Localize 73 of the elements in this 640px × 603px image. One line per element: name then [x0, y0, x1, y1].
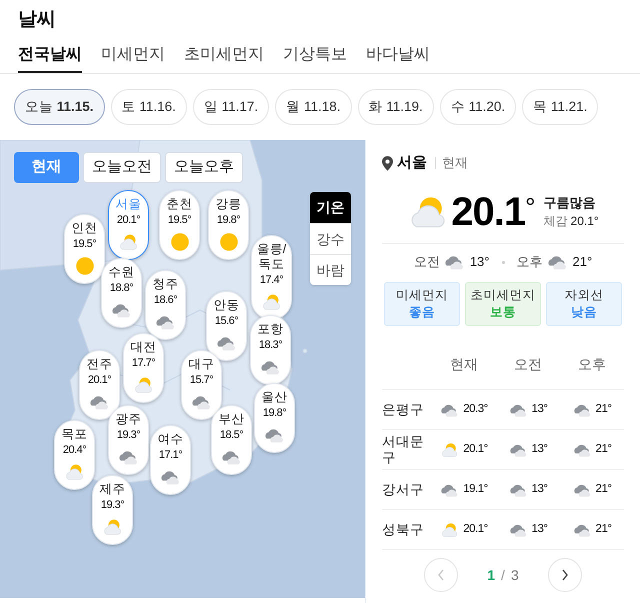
- temperature-value: 21°: [596, 402, 612, 417]
- temperature-value: 21°: [596, 482, 612, 497]
- nav-tab[interactable]: 미세먼지: [101, 34, 165, 73]
- sun-icon: [168, 231, 190, 253]
- next-page-button[interactable]: [548, 558, 582, 592]
- air-quality-value: 좋음: [409, 304, 435, 321]
- current-page: 1: [487, 566, 496, 584]
- date-chip[interactable]: 일 11.17.: [192, 89, 270, 125]
- date-chip[interactable]: 화 11.19.: [358, 89, 434, 125]
- forecast-temperature: 21°: [572, 253, 592, 272]
- temperature-value: 21°: [596, 442, 612, 457]
- temperature-value: 20.3°: [463, 402, 488, 417]
- forecast-label: 오후: [516, 253, 542, 272]
- column-header: 오전: [513, 355, 543, 374]
- temperature-value: 19.1°: [463, 482, 488, 497]
- nav-tab[interactable]: 바다날씨: [366, 34, 430, 73]
- nav-tab[interactable]: 전국날씨: [18, 34, 82, 73]
- chevron-right-icon: [560, 568, 570, 582]
- forecast-label: 오전: [414, 253, 440, 272]
- city-marker[interactable]: 울산 19.8°: [254, 383, 295, 453]
- city-marker[interactable]: 제주 19.3°: [92, 475, 133, 545]
- city-marker[interactable]: 울릉/독도 17.4°: [251, 235, 292, 320]
- city-marker[interactable]: 부산 18.5°: [211, 405, 252, 475]
- time-label: 현재: [435, 157, 468, 169]
- total-pages: 3: [510, 566, 519, 584]
- date-chip[interactable]: 목 11.21.: [522, 89, 598, 125]
- city-marker[interactable]: 인천 19.5°: [64, 214, 105, 284]
- air-quality-label: 미세먼지: [396, 287, 448, 304]
- time-button[interactable]: 오늘오후: [165, 152, 243, 183]
- city-marker[interactable]: 포항 18.3°: [250, 315, 291, 385]
- nav-tab[interactable]: 기상특보: [283, 34, 347, 73]
- district-name: 강서구: [382, 482, 425, 498]
- air-quality-label: 자외선: [564, 287, 604, 304]
- district-name: 서대문구: [382, 434, 425, 466]
- weather-condition: 구름많음: [544, 194, 597, 212]
- temperature-value: 20.1°: [463, 442, 488, 457]
- date-chip[interactable]: 수 11.20.: [440, 89, 516, 125]
- district-name: 은평구: [382, 402, 425, 418]
- page-title: 날씨: [18, 8, 56, 32]
- current-temperature: 20.1: [451, 188, 526, 236]
- temperature-value: 13°: [532, 402, 548, 417]
- layer-button[interactable]: 기온: [310, 192, 351, 223]
- temperature-value: 13°: [532, 482, 548, 497]
- temperature-value: 20.1°: [463, 522, 488, 537]
- layer-button[interactable]: 강수: [310, 223, 351, 254]
- temperature-value: 13°: [532, 522, 548, 537]
- date-chip[interactable]: 오늘 11.15.: [14, 89, 105, 125]
- layer-button[interactable]: 바람: [310, 254, 351, 285]
- location-pin-icon: [382, 156, 393, 170]
- air-quality-value: 낮음: [571, 304, 597, 321]
- previous-page-button[interactable]: [424, 558, 458, 592]
- page-separator: /: [501, 566, 505, 584]
- column-header: 오후: [577, 355, 607, 374]
- sun-icon: [218, 231, 240, 253]
- city-marker[interactable]: 여수 17.1°: [150, 425, 191, 495]
- date-chip[interactable]: 토 11.16.: [110, 89, 187, 125]
- chevron-left-icon: [436, 568, 446, 582]
- city-marker[interactable]: 목포 20.4°: [54, 420, 95, 490]
- nav-tab[interactable]: 초미세먼지: [184, 34, 264, 73]
- forecast-temperature: 13°: [470, 253, 490, 272]
- time-button[interactable]: 오늘오전: [83, 152, 161, 183]
- temperature-value: 13°: [532, 442, 548, 457]
- feels-like-label: 체감: [544, 213, 568, 230]
- district-name: 성북구: [382, 522, 425, 538]
- degree-sign: °: [525, 191, 536, 224]
- air-quality-value: 보통: [490, 304, 516, 321]
- feels-like-temperature: 20.1°: [570, 213, 599, 230]
- temperature-value: 21°: [596, 522, 612, 537]
- air-quality-label: 초미세먼지: [470, 287, 536, 304]
- column-header: 현재: [449, 355, 479, 374]
- sun-icon: [74, 255, 96, 277]
- location-name: 서울: [397, 152, 427, 173]
- date-chip[interactable]: 월 11.18.: [275, 89, 352, 125]
